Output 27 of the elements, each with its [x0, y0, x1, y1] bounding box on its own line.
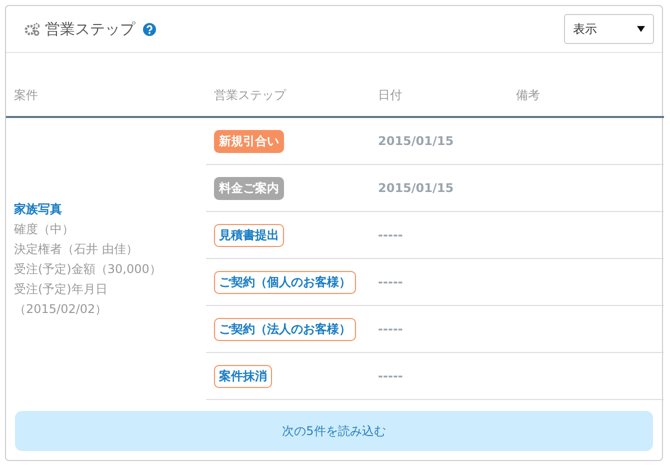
step-badge[interactable]: ご契約（法人のお客様）: [214, 318, 356, 340]
step-badge[interactable]: ご契約（個人のお客様）: [214, 270, 356, 294]
date-text: -----: [378, 275, 403, 289]
load-more-button[interactable]: 次の5件を読み込む: [15, 411, 653, 451]
panel-title: 営業ステップ: [45, 20, 135, 38]
display-select[interactable]: 表示: [564, 14, 654, 44]
help-icon[interactable]: [143, 22, 156, 36]
case-detail: 受注(予定)年月日（2015/02/02）: [14, 280, 108, 318]
case-detail: 受注(予定)金額（30,000）: [14, 260, 162, 278]
step-badge[interactable]: 料金ご案内: [214, 176, 284, 200]
gears-icon: [24, 22, 40, 36]
step-badge[interactable]: 案件抹消: [214, 364, 272, 388]
column-header: 営業ステップ: [206, 53, 370, 117]
date-text: -----: [378, 228, 403, 242]
date-text: -----: [378, 322, 403, 336]
case-link[interactable]: 家族写真: [14, 198, 198, 219]
caret-icon: [637, 26, 645, 32]
date-text: 2015/01/15: [378, 134, 454, 148]
case-detail: 確度（中）: [14, 220, 75, 238]
column-header: 日付: [370, 53, 508, 117]
column-header: 備考: [508, 53, 664, 117]
step-badge[interactable]: 見積書提出: [214, 224, 284, 246]
case-detail: 決定権者（石井 由佳）: [14, 240, 139, 258]
column-header: 案件: [6, 53, 206, 117]
step-badge[interactable]: 新規引合い: [214, 130, 284, 152]
date-text: 2015/01/15: [378, 181, 454, 195]
date-text: -----: [378, 369, 403, 383]
